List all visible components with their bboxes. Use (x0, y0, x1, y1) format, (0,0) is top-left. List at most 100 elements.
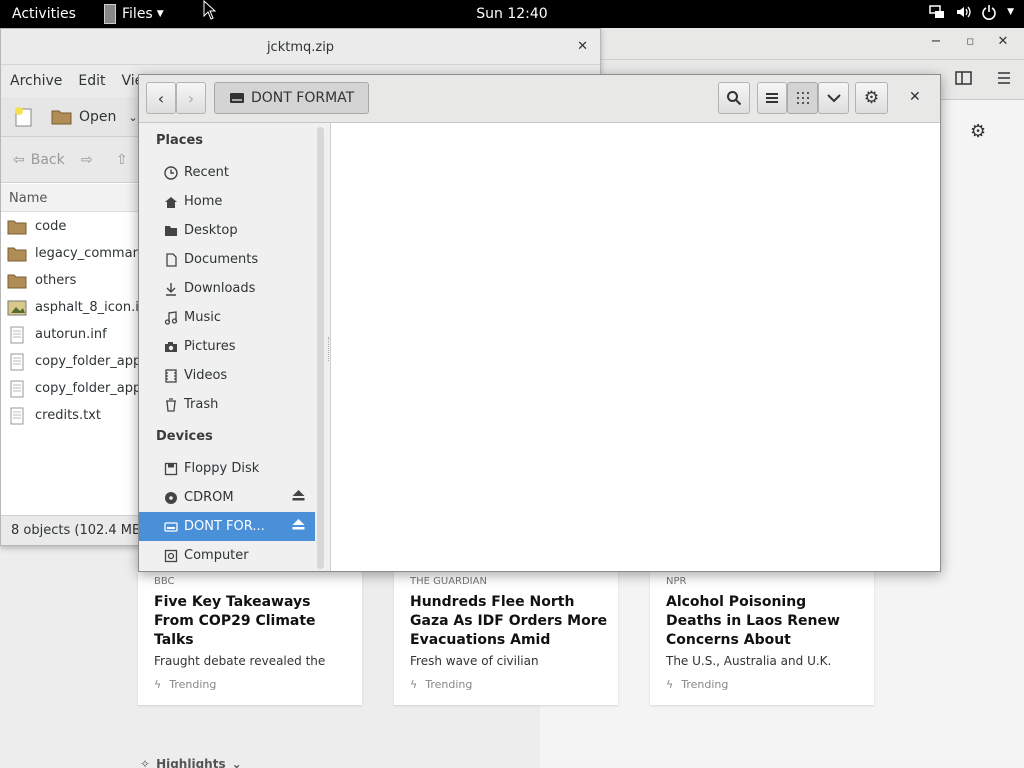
file-name: copy_folder_app (35, 381, 142, 396)
close-icon[interactable]: ✕ (992, 34, 1014, 54)
folder-icon (7, 247, 27, 261)
sidebar-item-downloads[interactable]: Downloads (139, 274, 315, 303)
file-name: code (35, 219, 67, 234)
sidebar-item-label: Documents (184, 252, 259, 267)
sidebar-item-recent[interactable]: Recent (139, 158, 315, 187)
up-button[interactable]: ⇧ (116, 152, 128, 168)
back-button[interactable]: ‹ (146, 82, 176, 114)
eject-icon[interactable] (292, 519, 305, 534)
sidebar-item-label: Computer (184, 548, 249, 563)
sidebar-item-floppy-disk[interactable]: Floppy Disk (139, 454, 315, 483)
clock[interactable]: Sun 12:40 (476, 6, 547, 22)
power-icon (981, 4, 997, 20)
open-button[interactable]: Open ⌄ (51, 103, 138, 131)
chevron-down-icon: ⌄ (231, 757, 242, 768)
close-icon[interactable]: ✕ (577, 39, 588, 54)
close-icon[interactable]: ✕ (909, 89, 921, 105)
news-source: NPR (666, 576, 687, 587)
trending-label: Trending (425, 678, 473, 691)
file-name: copy_folder_app (35, 354, 142, 369)
gear-icon[interactable]: ⚙ (970, 121, 986, 142)
chevron-down-icon (826, 94, 841, 103)
sidebar-item-trash[interactable]: Trash (139, 390, 315, 419)
chevron-left-icon: ‹ (157, 88, 165, 108)
list-view-button[interactable] (757, 82, 787, 114)
news-card[interactable]: NPR Alcohol Poisoning Deaths in Laos Ren… (650, 572, 874, 705)
search-button[interactable] (718, 82, 750, 114)
view-options-button[interactable] (818, 82, 849, 114)
news-card[interactable]: THE GUARDIAN Hundreds Flee North Gaza As… (394, 572, 618, 705)
news-teaser: The U.S., Australia and U.K. (666, 654, 832, 668)
sidebar-item-label: Trash (184, 397, 219, 412)
chevron-down-icon: ▼ (1007, 7, 1014, 17)
hamburger-menu-icon[interactable] (996, 70, 1016, 90)
path-bar-button[interactable]: DONT FORMAT (214, 82, 370, 114)
maximize-icon[interactable]: ◻ (959, 37, 981, 57)
grid-view-button[interactable] (787, 82, 818, 114)
text-file-icon (10, 353, 24, 370)
lightning-icon: ϟ (410, 678, 418, 691)
menu-archive[interactable]: Archive (10, 73, 62, 89)
status-menu[interactable]: ▼ (929, 4, 1014, 20)
news-headline[interactable]: Hundreds Flee North Gaza As IDF Orders M… (410, 593, 610, 650)
activities-button[interactable]: Activities (12, 6, 76, 22)
new-archive-button[interactable] (13, 103, 35, 131)
news-cards: BBC Five Key Takeaways From COP29 Climat… (138, 572, 878, 706)
sidebar-item-home[interactable]: Home (139, 187, 315, 216)
eject-icon[interactable] (292, 490, 305, 505)
sidebar-item-pictures[interactable]: Pictures (139, 332, 315, 361)
camera-icon (164, 340, 178, 354)
film-icon (164, 368, 178, 383)
folder-open-icon (51, 110, 72, 125)
window-title: jcktmq.zip (266, 40, 335, 55)
sidebar-item-label: Pictures (184, 339, 236, 354)
gear-icon: ⚙ (863, 88, 880, 108)
chevron-down-icon: ▼ (156, 9, 164, 19)
sidebar-scrollbar[interactable] (317, 127, 324, 569)
browser-titlebar: − ◻ ✕ (540, 28, 1024, 60)
dialog-header: ‹ › DONT FORMAT ⚙ ✕ (139, 75, 940, 123)
sidebar-icon[interactable] (955, 70, 975, 90)
settings-button[interactable]: ⚙ (855, 82, 888, 114)
news-headline[interactable]: Five Key Takeaways From COP29 Climate Ta… (154, 593, 354, 650)
sparkle-icon: ✧ (140, 757, 151, 768)
sidebar-item-computer[interactable]: Computer (139, 541, 315, 570)
sidebar-item-desktop[interactable]: Desktop (139, 216, 315, 245)
folder-icon (7, 220, 27, 234)
text-file-icon (10, 407, 24, 424)
forward-button[interactable]: ⇨ (81, 152, 93, 168)
forward-button[interactable]: › (176, 82, 206, 114)
back-arrow-icon: ⇦ (13, 152, 25, 168)
text-file-icon (10, 380, 24, 397)
app-menu-label: Files (122, 6, 153, 22)
menu-edit[interactable]: Edit (78, 73, 105, 89)
sidebar-item-cdrom[interactable]: CDROM (139, 483, 315, 512)
places-header: Places (156, 133, 204, 148)
floppy-icon (164, 462, 178, 476)
mouse-cursor-icon (203, 0, 217, 20)
news-card[interactable]: BBC Five Key Takeaways From COP29 Climat… (138, 572, 362, 705)
document-icon (164, 252, 178, 267)
news-teaser: Fresh wave of civilian (410, 654, 539, 668)
volume-icon (955, 4, 971, 20)
back-button[interactable]: ⇦ Back (13, 152, 65, 168)
grid-view-icon (796, 92, 809, 104)
disc-icon (164, 491, 178, 505)
sidebar-item-dont-format[interactable]: DONT FOR... (139, 512, 315, 541)
sidebar-item-documents[interactable]: Documents (139, 245, 315, 274)
minimize-icon[interactable]: − (925, 34, 947, 54)
new-document-icon (15, 107, 32, 127)
app-menu-button[interactable]: Files ▼ (104, 4, 164, 24)
folder-icon (164, 224, 178, 238)
text-file-icon (10, 326, 24, 343)
file-view-area[interactable] (331, 123, 940, 571)
sidebar-item-music[interactable]: Music (139, 303, 315, 332)
sidebar-item-videos[interactable]: Videos (139, 361, 315, 390)
file-chooser-dialog: ‹ › DONT FORMAT ⚙ ✕ Places Recent Home D… (138, 74, 941, 572)
files-app-icon (104, 4, 116, 24)
news-headline[interactable]: Alcohol Poisoning Deaths in Laos Renew C… (666, 593, 866, 650)
news-source: THE GUARDIAN (410, 576, 487, 587)
highlights-toggle[interactable]: ✧ Highlights ⌄ (140, 757, 242, 768)
sidebar-item-label: Videos (184, 368, 228, 383)
image-file-icon (7, 300, 27, 315)
